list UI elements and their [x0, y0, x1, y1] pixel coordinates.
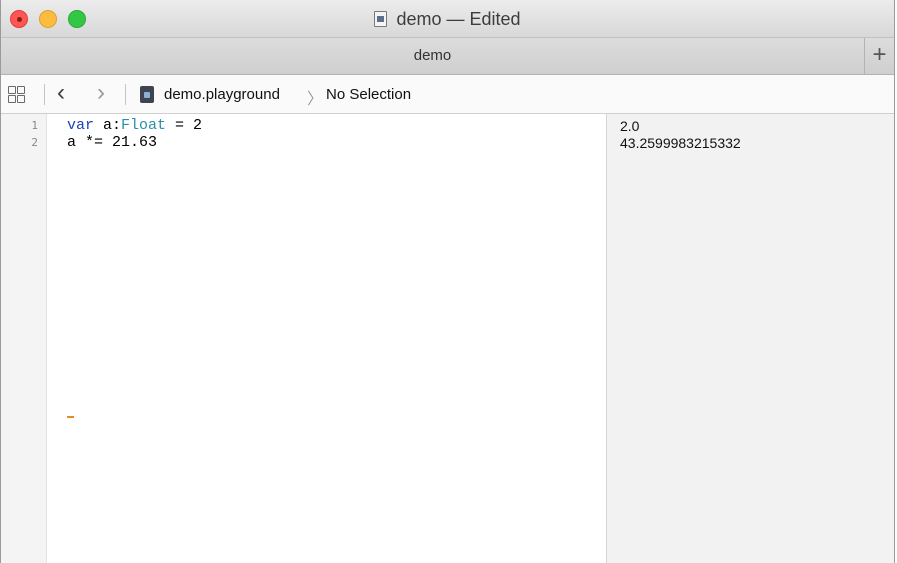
- document-icon: [374, 11, 388, 27]
- window-title-group: demo — Edited: [1, 0, 894, 38]
- tab-demo[interactable]: demo: [1, 38, 864, 74]
- back-button[interactable]: ‹: [57, 79, 65, 107]
- app-window: demo — Edited demo + ‹ › demo.playground…: [0, 0, 895, 563]
- divider: [125, 84, 126, 105]
- forward-button[interactable]: ›: [97, 79, 105, 107]
- result-value[interactable]: 2.0: [620, 118, 639, 134]
- results-sidebar: 2.0 43.2599983215332: [606, 114, 894, 563]
- title-bar: demo — Edited: [1, 0, 894, 38]
- playground-file-icon: [140, 86, 154, 103]
- code-editor[interactable]: 1 2 var a:Float = 2 a *= 21.63: [1, 114, 606, 563]
- code-keyword: var: [67, 117, 95, 134]
- divider: [44, 84, 45, 105]
- grid-icon[interactable]: [8, 86, 25, 103]
- breadcrumb-file[interactable]: demo.playground: [164, 86, 280, 103]
- add-tab-button[interactable]: +: [864, 38, 894, 74]
- tab-bar: demo +: [1, 38, 894, 75]
- result-value[interactable]: 43.2599983215332: [620, 135, 741, 151]
- line-number: 1: [31, 119, 38, 132]
- line-number: 2: [31, 136, 38, 149]
- breadcrumb-selection[interactable]: No Selection: [326, 86, 411, 103]
- code-line[interactable]: var a:Float = 2: [67, 117, 202, 134]
- code-type: Float: [121, 117, 167, 134]
- code-line[interactable]: a *= 21.63: [67, 134, 157, 151]
- line-number-gutter: 1 2: [1, 114, 47, 563]
- code-rest: = 2: [166, 117, 203, 134]
- code-identifier: a:: [94, 117, 122, 134]
- breadcrumb-chevron-icon: 〉: [307, 91, 324, 108]
- window-title: demo — Edited: [396, 8, 521, 29]
- insertion-cursor: [67, 416, 74, 418]
- jump-bar: ‹ › demo.playground 〉 No Selection: [1, 75, 894, 114]
